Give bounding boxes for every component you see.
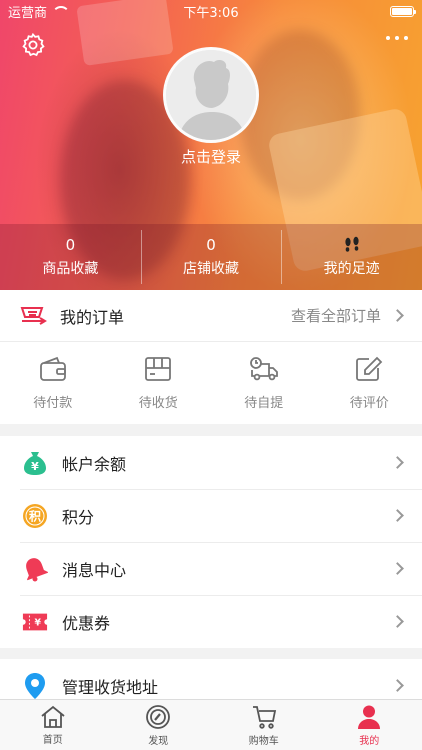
svg-text:¥: ¥: [31, 460, 39, 473]
tab-label: 我的: [359, 735, 380, 747]
menu-item-label: 消息中心: [62, 560, 127, 580]
points-icon: 积: [22, 503, 48, 529]
stat-value: 0: [65, 236, 76, 254]
chevron-right-icon: [391, 309, 404, 322]
view-all-orders-link[interactable]: 查看全部订单: [291, 305, 381, 326]
more-dot: [404, 36, 408, 40]
clock: 下午3:06: [183, 5, 239, 21]
tab-label: 首页: [42, 734, 63, 746]
order-tab-label: 待评价: [349, 395, 389, 411]
chevron-right-icon: [391, 679, 404, 692]
orders-header[interactable]: 我的订单 查看全部订单: [0, 290, 422, 342]
chevron-right-icon: [391, 509, 404, 522]
money-bag-icon: ¥: [22, 450, 48, 476]
tab-label: 发现: [148, 735, 169, 747]
menu-item-account-balance[interactable]: ¥ 帐户余额: [0, 436, 422, 489]
bottom-tab-bar: 首页 发现 购物车 我的: [0, 699, 422, 750]
stat-value: 0: [206, 236, 216, 254]
menu-item-label: 优惠券: [62, 613, 111, 633]
stat-label: 店铺收藏: [183, 261, 239, 277]
menu-item-coupons[interactable]: ¥ 优惠券: [0, 595, 422, 648]
footprint-icon: [342, 236, 362, 254]
svg-text:积: 积: [29, 508, 41, 523]
chevron-right-icon: [391, 456, 404, 469]
account-menu: ¥ 帐户余额 积 积分 消息中心 ¥ 优惠券: [0, 436, 422, 648]
tab-home[interactable]: 首页: [0, 700, 106, 750]
menu-item-messages[interactable]: 消息中心: [0, 542, 422, 595]
tab-label: 购物车: [248, 735, 279, 747]
cart-icon: [252, 705, 276, 729]
stat-product-favorites[interactable]: 0 商品收藏: [0, 224, 141, 290]
coupon-icon: ¥: [22, 609, 48, 635]
status-bar: 运营商 下午3:06: [0, 0, 422, 22]
tab-cart[interactable]: 购物车: [211, 700, 317, 750]
order-tab-label: 待付款: [33, 395, 73, 411]
more-dot: [395, 36, 399, 40]
chevron-right-icon: [391, 562, 404, 575]
stat-store-favorites[interactable]: 0 店铺收藏: [140, 224, 282, 290]
avatar[interactable]: [163, 47, 259, 143]
more-options-button[interactable]: [386, 36, 408, 40]
login-link[interactable]: 点击登录: [0, 146, 422, 167]
order-list-icon: [20, 306, 47, 325]
order-tab-pending-review[interactable]: 待评价: [317, 342, 422, 424]
profile-header: 运营商 下午3:06 点击登录 0 商品收藏 0 店铺收藏 我的足迹: [0, 0, 422, 290]
order-tab-label: 待收货: [138, 395, 178, 411]
settings-button[interactable]: [20, 32, 46, 58]
stat-label: 商品收藏: [42, 261, 99, 277]
menu-item-points[interactable]: 积 积分: [0, 489, 422, 542]
more-dot: [386, 36, 390, 40]
orders-section: 我的订单 查看全部订单 待付款 待收货 待自提 待评价: [0, 290, 422, 424]
order-tab-pending-pickup[interactable]: 待自提: [211, 342, 317, 424]
order-tab-pending-receipt[interactable]: 待收货: [106, 342, 212, 424]
tab-discover[interactable]: 发现: [106, 700, 212, 750]
order-tab-pending-payment[interactable]: 待付款: [0, 342, 106, 424]
box-icon: [145, 356, 172, 381]
wallet-icon: [39, 356, 66, 381]
orders-title: 我的订单: [60, 307, 125, 327]
stat-label: 我的足迹: [323, 261, 380, 277]
compass-icon: [146, 704, 171, 729]
gear-icon: [22, 32, 45, 57]
stats-bar: 0 商品收藏 0 店铺收藏 我的足迹: [0, 224, 422, 290]
order-status-tabs: 待付款 待收货 待自提 待评价: [0, 342, 422, 424]
menu-item-label: 帐户余额: [62, 454, 127, 474]
truck-icon: [249, 356, 278, 380]
user-icon: [358, 705, 381, 729]
home-icon: [41, 705, 65, 728]
stat-footprints[interactable]: 我的足迹: [281, 224, 422, 290]
menu-item-label: 管理收货地址: [62, 677, 159, 697]
location-icon: [22, 672, 48, 699]
edit-icon: [356, 356, 383, 381]
order-tab-label: 待自提: [244, 395, 284, 411]
tab-me[interactable]: 我的: [317, 700, 422, 750]
svg-text:¥: ¥: [35, 617, 42, 628]
bell-icon: [22, 556, 48, 582]
chevron-right-icon: [391, 615, 404, 628]
battery-icon: [390, 5, 416, 17]
menu-item-label: 积分: [62, 507, 95, 527]
default-avatar-icon: [166, 50, 256, 140]
